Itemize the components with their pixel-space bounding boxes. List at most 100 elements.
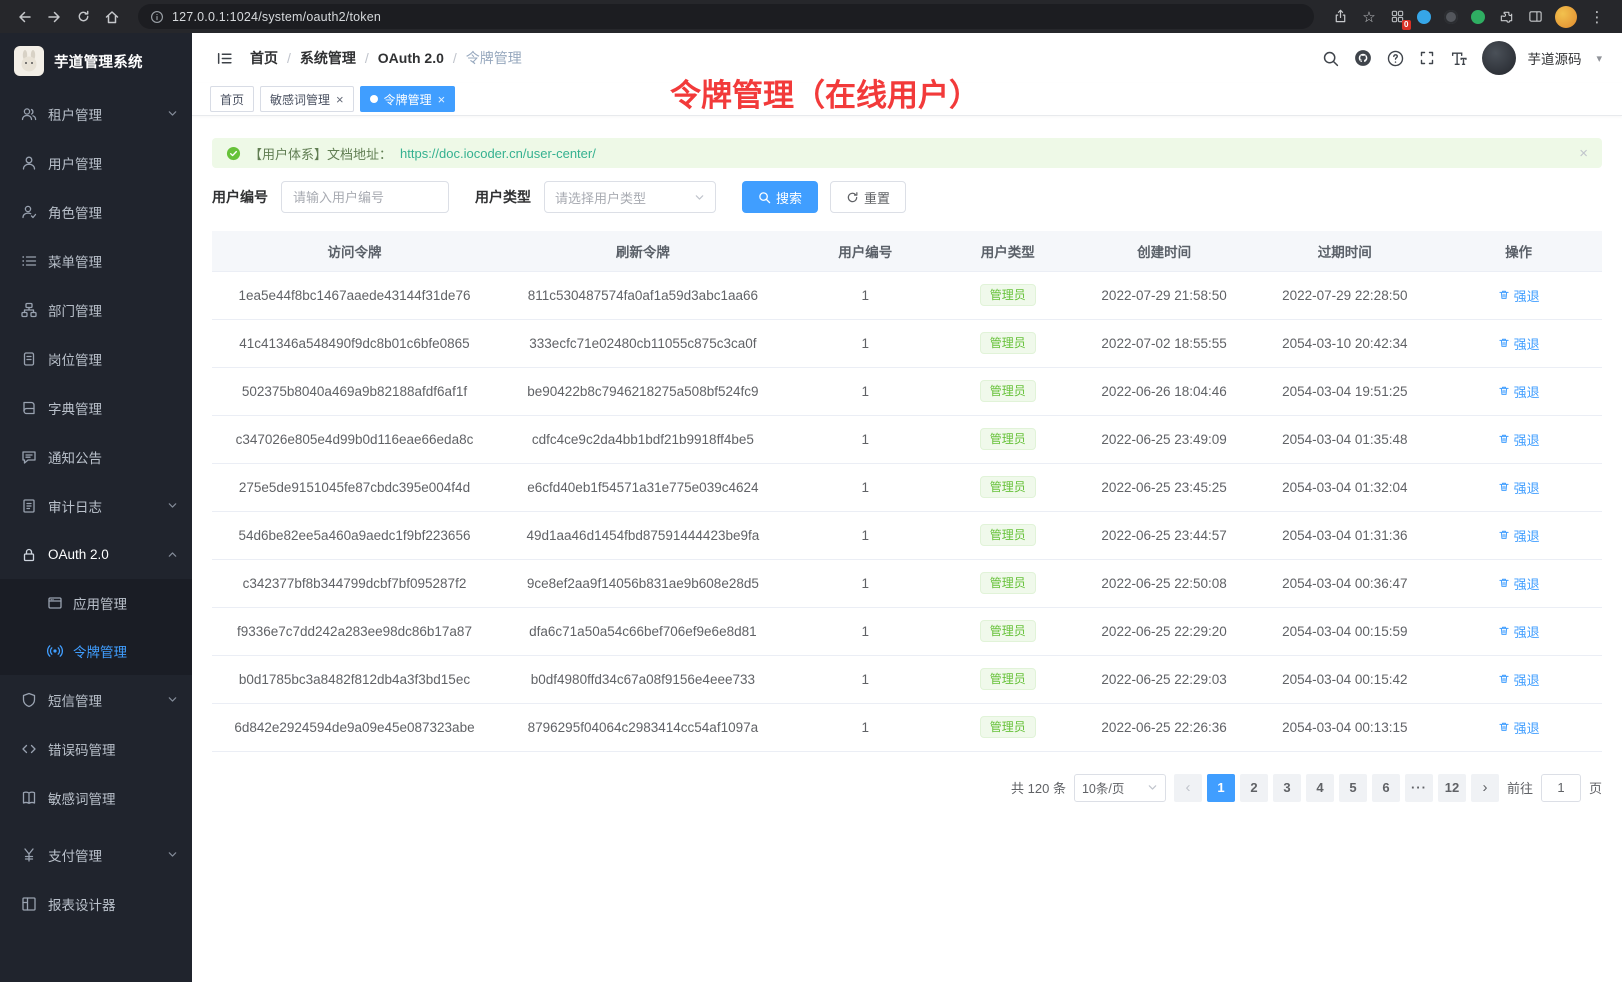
pagination-page-2[interactable]: 2 — [1240, 774, 1268, 802]
pagination-page-6[interactable]: 6 — [1372, 774, 1400, 802]
force-logout-button[interactable]: 强退 — [1498, 334, 1540, 353]
sidebar-item[interactable]: 支付管理 — [0, 830, 192, 879]
sidebar-item[interactable]: 短信管理 — [0, 675, 192, 724]
logo-avatar — [14, 46, 44, 76]
sidebar-collapse-button[interactable] — [216, 50, 233, 67]
browser-toolbar: 127.0.0.1:1024/system/oauth2/token ☆ 0 ⋮ — [0, 0, 1622, 33]
sidebar-item[interactable]: 字典管理 — [0, 383, 192, 432]
view-tab[interactable]: 敏感词管理× — [260, 86, 354, 112]
pagination-more-button[interactable]: ··· — [1405, 774, 1433, 802]
user-id-cell: 1 — [789, 463, 942, 511]
github-icon[interactable] — [1354, 49, 1372, 67]
token-table-body: 1ea5e44f8bc1467aaede43144f31de76811c5304… — [212, 271, 1602, 751]
pagination-prev-button[interactable]: ‹ — [1174, 774, 1202, 802]
extension-icon[interactable] — [1417, 10, 1431, 24]
force-logout-button[interactable]: 强退 — [1498, 622, 1540, 641]
app-icon — [47, 595, 63, 611]
force-logout-button[interactable]: 强退 — [1498, 478, 1540, 497]
sidebar-subitem[interactable]: 令牌管理 — [0, 627, 192, 675]
address-bar[interactable]: 127.0.0.1:1024/system/oauth2/token — [138, 4, 1314, 29]
sidebar-item[interactable]: 错误码管理 — [0, 724, 192, 773]
sidebar-item[interactable]: 部门管理 — [0, 285, 192, 334]
sidebar-item[interactable]: 租户管理 — [0, 89, 192, 138]
breadcrumb-item[interactable]: OAuth 2.0 — [378, 50, 444, 66]
access-token-cell: b0d1785bc3a8482f812db4a3f3bd15ec — [212, 655, 497, 703]
breadcrumb: 首页/系统管理/OAuth 2.0/令牌管理 — [250, 48, 522, 68]
side-panel-icon[interactable] — [1522, 4, 1548, 30]
user-id-input[interactable] — [281, 181, 449, 213]
reload-icon[interactable] — [70, 4, 96, 30]
fullscreen-icon[interactable] — [1419, 50, 1435, 66]
chevron-down-icon[interactable]: ▾ — [1596, 52, 1602, 65]
sidebar-item[interactable]: 用户管理 — [0, 138, 192, 187]
force-logout-button[interactable]: 强退 — [1498, 430, 1540, 449]
chevron-down-icon — [167, 108, 178, 119]
user-avatar[interactable] — [1482, 41, 1516, 75]
page-size-select[interactable]: 10条/页 — [1074, 774, 1166, 802]
username[interactable]: 芋道源码 — [1527, 48, 1581, 68]
extension-icon[interactable] — [1471, 10, 1485, 24]
doc-link[interactable]: https://doc.iocoder.cn/user-center/ — [400, 146, 596, 161]
expire-time-cell: 2022-07-29 22:28:50 — [1254, 271, 1435, 319]
browser-menu-icon[interactable]: ⋮ — [1584, 4, 1610, 30]
back-icon[interactable] — [12, 4, 38, 30]
force-logout-button[interactable]: 强退 — [1498, 574, 1540, 593]
sidebar-item[interactable]: 审计日志 — [0, 481, 192, 530]
view-tab[interactable]: 首页 — [210, 86, 254, 112]
sidebar-item[interactable]: 敏感词管理 — [0, 773, 192, 822]
breadcrumb-item[interactable]: 首页 — [250, 48, 278, 68]
user-type-select[interactable]: 请选择用户类型 — [544, 181, 716, 213]
refresh-token-cell: 49d1aa46d1454fbd87591444423be9fa — [497, 511, 789, 559]
close-icon[interactable]: × — [438, 93, 446, 106]
extension-icon[interactable]: 0 — [1385, 5, 1409, 29]
force-logout-button[interactable]: 强退 — [1498, 670, 1540, 689]
info-icon[interactable] — [150, 10, 164, 24]
table-row: 54d6be82ee5a460a9aedc1f9bf22365649d1aa46… — [212, 511, 1602, 559]
close-icon[interactable]: × — [336, 93, 344, 106]
pagination-page-4[interactable]: 4 — [1306, 774, 1334, 802]
pagination-page-1[interactable]: 1 — [1207, 774, 1235, 802]
goto-page-input[interactable] — [1541, 774, 1581, 802]
sidebar-item[interactable]: 角色管理 — [0, 187, 192, 236]
log-icon — [20, 497, 37, 514]
sidebar-item[interactable]: 菜单管理 — [0, 236, 192, 285]
pagination-page-3[interactable]: 3 — [1273, 774, 1301, 802]
extensions-puzzle-icon[interactable] — [1493, 4, 1519, 30]
breadcrumb-item[interactable]: 系统管理 — [300, 48, 356, 68]
refresh-token-cell: 811c530487574fa0af1a59d3abc1aa66 — [497, 271, 789, 319]
view-tab[interactable]: 令牌管理× — [360, 86, 456, 112]
pagination-page-5[interactable]: 5 — [1339, 774, 1367, 802]
sidebar-item[interactable]: 岗位管理 — [0, 334, 192, 383]
force-logout-button[interactable]: 强退 — [1498, 718, 1540, 737]
created-time-cell: 2022-06-25 23:44:57 — [1074, 511, 1255, 559]
app-logo[interactable]: 芋道管理系统 — [0, 33, 192, 89]
forward-icon[interactable] — [41, 4, 67, 30]
sidebar-item-label: 部门管理 — [48, 300, 178, 320]
bookmark-star-icon[interactable]: ☆ — [1356, 4, 1382, 30]
share-icon[interactable] — [1327, 4, 1353, 30]
sidebar-item[interactable]: OAuth 2.0 — [0, 530, 192, 579]
home-icon[interactable] — [99, 4, 125, 30]
close-icon[interactable]: × — [1579, 145, 1588, 162]
pagination-next-button[interactable]: › — [1471, 774, 1499, 802]
column-header: 用户编号 — [789, 231, 942, 271]
search-button[interactable]: 搜索 — [742, 181, 818, 213]
sidebar-item-label: 报表设计器 — [48, 894, 178, 914]
font-size-icon[interactable] — [1450, 50, 1467, 67]
sidebar-item[interactable]: 报表设计器 — [0, 879, 192, 928]
breadcrumb-separator: / — [287, 50, 291, 66]
pagination-page-12[interactable]: 12 — [1438, 774, 1466, 802]
help-icon[interactable] — [1387, 50, 1404, 67]
token-table: 访问令牌刷新令牌用户编号用户类型创建时间过期时间操作 1ea5e44f8bc14… — [212, 231, 1602, 752]
extension-icon[interactable] — [1444, 10, 1458, 24]
force-logout-button[interactable]: 强退 — [1498, 286, 1540, 305]
search-icon[interactable] — [1322, 50, 1339, 67]
force-logout-button[interactable]: 强退 — [1498, 382, 1540, 401]
sidebar-item[interactable]: 通知公告 — [0, 432, 192, 481]
browser-profile-avatar[interactable] — [1555, 6, 1577, 28]
sidebar-subitem[interactable]: 应用管理 — [0, 579, 192, 627]
reset-button[interactable]: 重置 — [830, 181, 906, 213]
force-logout-button[interactable]: 强退 — [1498, 526, 1540, 545]
created-time-cell: 2022-06-25 22:29:20 — [1074, 607, 1255, 655]
filter-bar: 用户编号 用户类型 请选择用户类型 搜索 重置 — [212, 181, 1602, 213]
